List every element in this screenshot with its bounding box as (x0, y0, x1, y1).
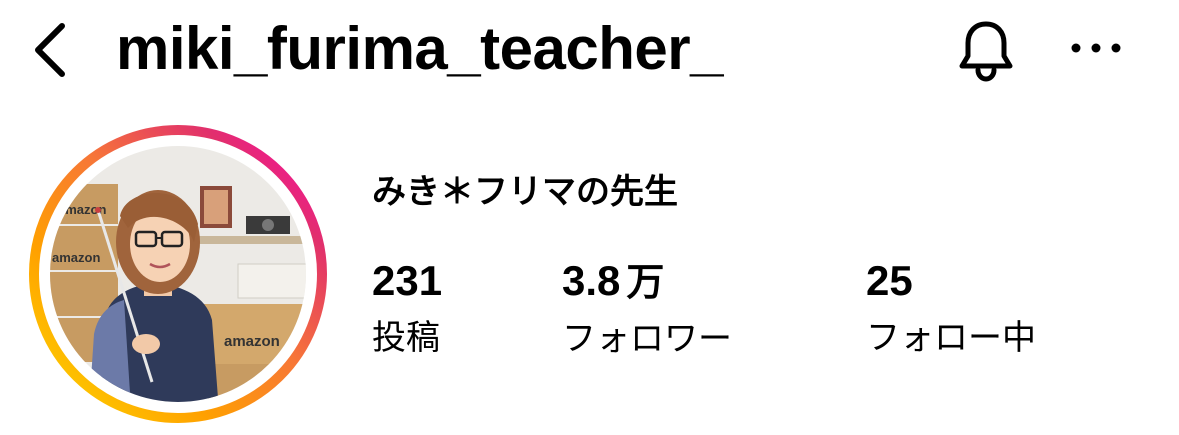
svg-text:amazon: amazon (52, 250, 100, 265)
posts-label: 投稿 (372, 318, 440, 358)
bell-icon (959, 21, 1013, 82)
svg-text:amazon: amazon (224, 333, 280, 350)
back-button[interactable] (22, 18, 78, 82)
avatar-image: amazon amazon amazon (29, 125, 327, 423)
stat-followers[interactable]: 3.8 万 フォロワー (562, 252, 732, 365)
followers-count-unit: 万 (626, 260, 665, 304)
posts-count: 231 (372, 257, 443, 304)
profile-username: miki_furima_teacher_ (116, 15, 724, 82)
following-label: フォロー中 (866, 318, 1036, 358)
profile-screen: miki_furima_teacher_ amazon amazon amazo… (0, 0, 1179, 435)
chevron-left-icon (35, 23, 65, 77)
stat-posts[interactable]: 231 投稿 (372, 252, 442, 364)
following-count: 25 (866, 257, 913, 304)
followers-count-row: 3.8 万 (562, 252, 732, 311)
profile-avatar[interactable]: amazon amazon amazon (28, 124, 328, 424)
stat-following[interactable]: 25 フォロー中 (866, 252, 1036, 364)
followers-count: 3.8 (562, 257, 621, 304)
followers-label: フォロワー (562, 319, 732, 359)
profile-display-name: みき＊フリマの先生 (372, 172, 678, 212)
notifications-button[interactable] (950, 14, 1022, 86)
profile-header: miki_furima_teacher_ (0, 0, 1179, 110)
more-options-button[interactable] (1064, 24, 1128, 72)
more-horizontal-icon (1071, 43, 1121, 53)
